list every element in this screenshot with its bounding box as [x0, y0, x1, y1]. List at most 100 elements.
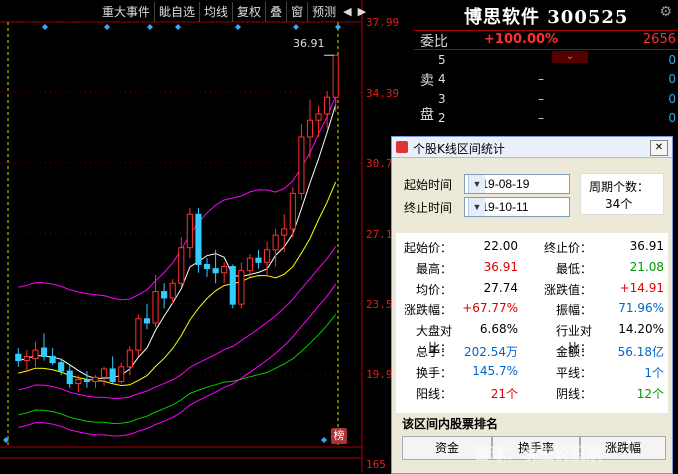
stat-label: 起始价：	[403, 241, 452, 255]
stat-value: 27.74	[483, 280, 518, 295]
stat-label: 最低：	[555, 261, 592, 276]
stat-label: 阴线：	[555, 386, 592, 401]
toolbar-overlay-button[interactable]: 叠	[265, 2, 286, 22]
candle-body	[135, 318, 142, 351]
order-ratio-row: 委比 +100.00% 2656	[414, 30, 678, 50]
candle-body	[238, 270, 245, 305]
stat-value: 14.20%	[618, 322, 664, 337]
orderbook-price: –	[538, 72, 544, 86]
orderbook-level: 3	[438, 92, 446, 106]
stat-row: 涨跌幅： +67.77% 振幅： 71.96%	[396, 301, 668, 321]
candle-body	[75, 378, 82, 385]
stat-value: 1个	[644, 365, 664, 380]
start-date-picker[interactable]: 2019-08-19 ▼	[464, 174, 570, 194]
candle-body	[221, 266, 228, 274]
candle-body	[306, 119, 314, 138]
candle-body	[23, 355, 30, 362]
candle-body	[178, 247, 185, 284]
toolbar-window-button[interactable]: 窗	[286, 2, 307, 22]
stat-value: 56.18亿	[617, 345, 664, 359]
chevron-down-icon[interactable]: ▼	[468, 198, 485, 216]
candle-body	[324, 96, 331, 115]
candle-body	[32, 349, 39, 359]
orderbook-level: 2	[438, 111, 446, 125]
period-count-box: 周期个数： 34个	[580, 173, 664, 215]
order-ratio-label: 委比	[420, 34, 448, 50]
stat-label: 终止价：	[543, 241, 592, 255]
candle-body	[40, 347, 48, 357]
stat-row: 起始价： 22.00 终止价： 36.91	[396, 239, 668, 259]
candle-body	[264, 249, 271, 263]
orderbook-row: 4 – 0	[436, 72, 678, 90]
candle-body	[169, 282, 176, 299]
toolbar-watchlist-button[interactable]: 眦自选	[154, 2, 199, 22]
candle-body	[272, 234, 279, 251]
chart-toolbar: 重大事件 眦自选 均线 复权 叠 窗 预测 ◀ ▶	[98, 2, 369, 22]
candle-body	[315, 113, 322, 121]
orderbook-volume: 0	[668, 92, 676, 106]
sell-side-label: 卖	[420, 73, 434, 89]
candle-body	[101, 368, 108, 378]
candle-body	[289, 192, 296, 230]
candle-body	[203, 263, 211, 270]
orderbook-row: 5 0	[436, 53, 678, 71]
orderbook-row: 2 – 0	[436, 111, 678, 129]
stat-label: 换手：	[415, 365, 452, 380]
ranking-badge[interactable]: 榜	[331, 428, 347, 444]
candle-body	[58, 362, 65, 372]
stat-value: 6.68%	[479, 322, 518, 337]
stat-label: 涨跌幅：	[403, 303, 452, 318]
stat-label: 均价：	[415, 282, 452, 297]
stat-value: 21.08	[629, 259, 664, 274]
app-icon	[396, 141, 408, 153]
candle-body	[281, 228, 288, 236]
candle-body	[195, 213, 202, 265]
candle-body	[186, 213, 193, 249]
end-date-picker[interactable]: 2019-10-11 ▼	[464, 197, 570, 217]
toolbar-forecast-button[interactable]: 预测	[307, 2, 340, 22]
stat-value: +14.91	[619, 280, 664, 295]
sell-side-label: 盘	[420, 107, 434, 123]
y-axis-label: 165	[366, 458, 386, 471]
candle-body	[332, 54, 339, 98]
dialog-titlebar[interactable]: 个股K线区间统计 ✕	[392, 137, 672, 158]
orderbook-level: 5	[438, 53, 446, 67]
candle-body	[152, 291, 159, 324]
candle-body	[298, 136, 305, 194]
candle-body	[229, 266, 236, 305]
orderbook-level: 4	[438, 72, 446, 86]
scroll-left-icon[interactable]: ◀	[340, 2, 354, 22]
candle-body	[255, 257, 262, 263]
stat-row: 阳线： 21个 阴线： 12个	[396, 385, 668, 405]
stat-label: 平线：	[555, 365, 592, 380]
toolbar-events-button[interactable]: 重大事件	[98, 2, 154, 22]
ranking-section-title: 该区间内股票排名	[402, 417, 499, 431]
end-time-label: 终止时间	[404, 201, 453, 215]
stat-value: 36.91	[483, 259, 518, 274]
candle-body	[161, 291, 168, 299]
y-axis-label: 34.39	[366, 87, 400, 100]
stat-value: 202.54万	[464, 345, 518, 359]
kline-chart[interactable]	[0, 0, 370, 472]
toolbar-adjust-button[interactable]: 复权	[232, 2, 265, 22]
candle-body	[143, 318, 151, 324]
gear-icon[interactable]: ⚙	[659, 4, 672, 20]
stats-table: 起始价： 22.00 终止价： 36.91 最高： 36.91 最低： 21.08 均价： 27.…	[396, 233, 668, 413]
stat-value: 21个	[490, 386, 518, 401]
stat-label: 金额：	[555, 345, 592, 359]
candle-body	[83, 378, 90, 382]
stat-value: +67.77%	[462, 301, 518, 316]
toolbar-ma-button[interactable]: 均线	[199, 2, 232, 22]
orderbook-volume: 0	[668, 53, 676, 67]
orderbook-price: –	[538, 111, 544, 125]
chevron-down-icon[interactable]: ▼	[468, 175, 485, 193]
stat-value: 71.96%	[618, 301, 664, 316]
candle-body	[246, 257, 253, 272]
stock-title: 博思软件 300525	[464, 7, 629, 28]
stat-row: 均价： 27.74 涨跌值： +14.91	[396, 281, 668, 301]
stat-row: 最高： 36.91 最低： 21.08	[396, 260, 668, 280]
stat-row: 总手： 202.54万 金额： 56.18亿	[396, 343, 668, 363]
high-price-label: 36.91	[293, 37, 325, 50]
close-icon[interactable]: ✕	[650, 140, 668, 156]
watermark-text: 雪球：晓生说股票	[474, 444, 603, 463]
